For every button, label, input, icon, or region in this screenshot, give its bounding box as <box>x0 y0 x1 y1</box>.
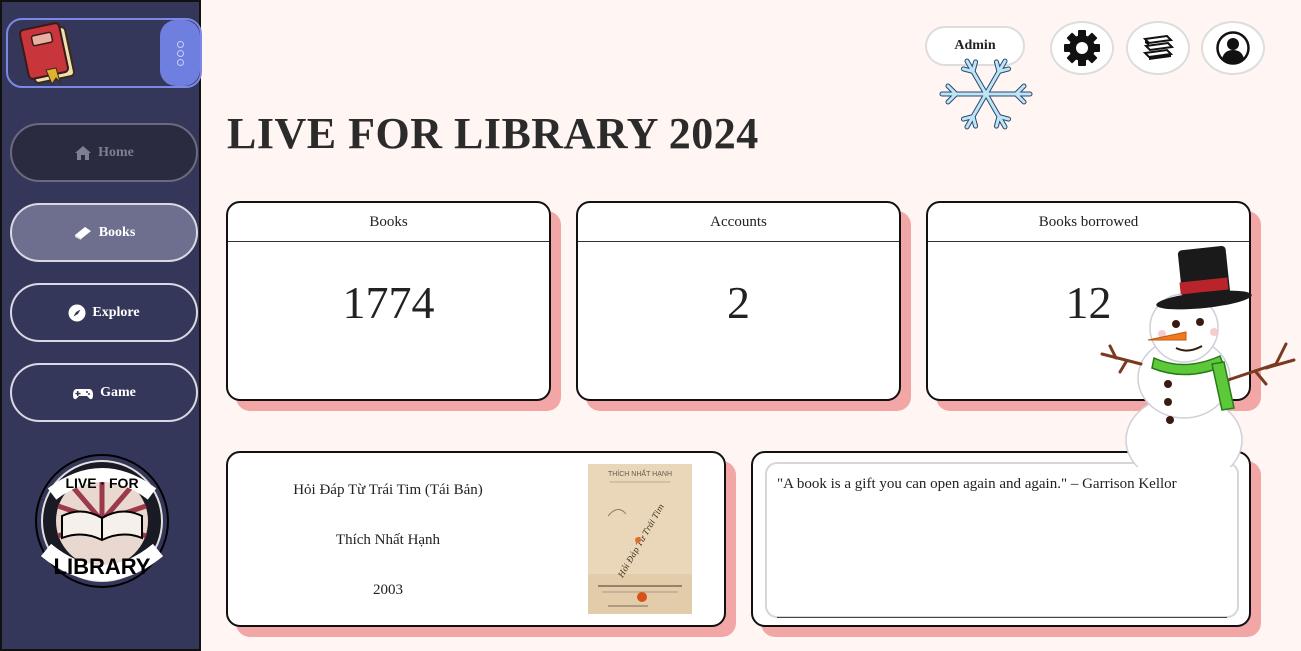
handle-dot <box>176 58 184 66</box>
settings-button[interactable] <box>1050 21 1114 75</box>
compass-icon <box>68 304 86 321</box>
quote-divider <box>777 617 1227 618</box>
stat-value: 2 <box>727 276 750 328</box>
book-year: 2003 <box>373 582 403 598</box>
snowflake-decoration-icon <box>939 58 1033 130</box>
stat-label: Books borrowed <box>928 203 1249 242</box>
stat-card-accounts: Accounts 2 <box>576 201 901 401</box>
gear-icon <box>1064 30 1100 66</box>
app-logo-box <box>6 18 202 88</box>
book-cover-image: THÍCH NHẤT HẠNH Hỏi Đáp Từ Trái Tim <box>588 464 692 614</box>
books-stack-icon <box>1142 35 1174 60</box>
quote-card: "A book is a gift you can open again and… <box>751 451 1251 627</box>
user-icon <box>1216 31 1250 65</box>
nav-home-label: Home <box>98 144 134 160</box>
book-info: Hỏi Đáp Từ Trái Tim (Tái Bản) Thích Nhất… <box>228 453 548 625</box>
snowman-decoration-icon <box>1100 246 1296 467</box>
stat-card-books: Books 1774 <box>226 201 551 401</box>
quote-box: "A book is a gift you can open again and… <box>765 462 1239 618</box>
quote-text: "A book is a gift you can open again and… <box>777 476 1177 492</box>
stat-label: Accounts <box>578 203 899 242</box>
gamepad-icon <box>73 388 94 399</box>
nav-explore-label: Explore <box>92 304 140 320</box>
badge-bottom-text: LIBRARY <box>54 554 151 579</box>
sidebar: Home Books Explore Game LIVE · FOR LIBRA… <box>0 0 202 651</box>
nav-explore-button[interactable]: Explore <box>10 283 198 342</box>
book-title: Hỏi Đáp Từ Trái Tim (Tái Bản) <box>293 482 483 498</box>
user-profile-button[interactable] <box>1201 21 1265 75</box>
stat-value: 1774 <box>342 276 435 328</box>
page-title: LIVE FOR LIBRARY 2024 <box>227 109 759 158</box>
red-book-logo-icon <box>18 22 76 86</box>
home-icon <box>75 145 92 160</box>
stat-label: Books <box>228 203 549 242</box>
nav-home-button[interactable]: Home <box>10 123 198 182</box>
book-author: Thích Nhất Hạnh <box>335 532 441 548</box>
library-button[interactable] <box>1126 21 1190 75</box>
sidebar-toggle-handle[interactable] <box>160 20 200 86</box>
nav-game-label: Game <box>100 384 136 400</box>
nav-books-label: Books <box>98 224 136 240</box>
nav-game-button[interactable]: Game <box>10 363 198 422</box>
live-for-library-badge-logo: LIVE · FOR LIBRARY <box>35 454 169 588</box>
featured-book-card[interactable]: Hỏi Đáp Từ Trái Tim (Tái Bản) Thích Nhất… <box>226 451 726 627</box>
book-icon <box>74 226 91 240</box>
nav-books-button[interactable]: Books <box>10 203 198 262</box>
badge-top-text: LIVE · FOR <box>65 475 138 491</box>
handle-dot <box>176 49 184 57</box>
handle-dot <box>176 40 184 48</box>
